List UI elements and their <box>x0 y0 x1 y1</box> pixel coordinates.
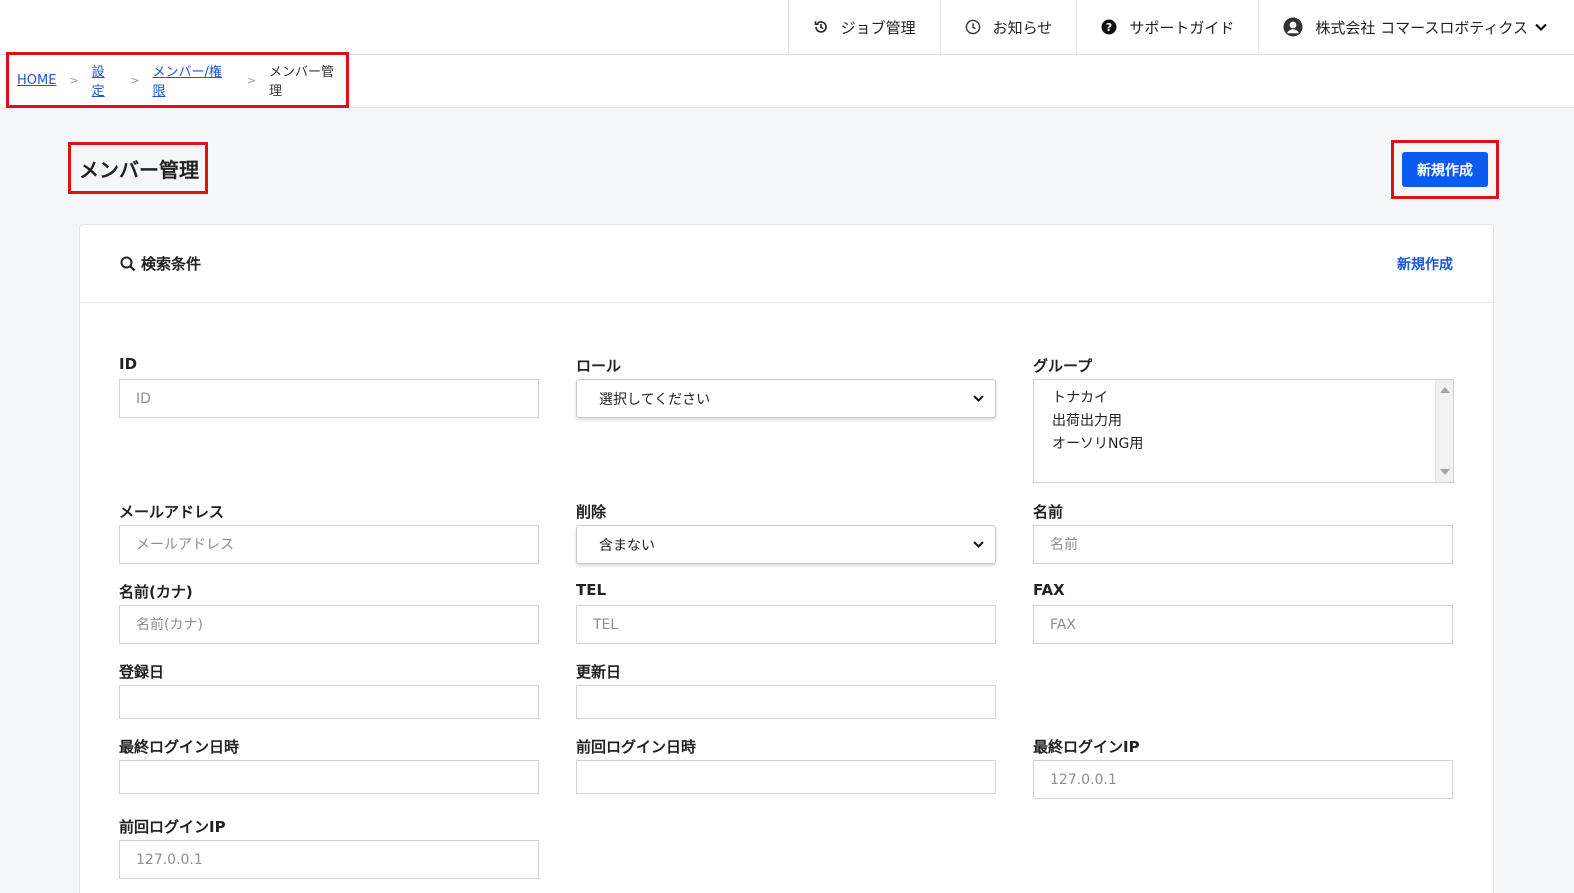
topnav-job-label: ジョブ管理 <box>840 18 916 37</box>
prev-login-ip-label: 前回ログインIP <box>119 818 226 836</box>
new-button-highlight: 新規作成 <box>1391 140 1499 199</box>
search-conditions-label: 検索条件 <box>141 255 202 273</box>
history-icon <box>814 21 827 33</box>
group-option[interactable]: オーソリNG用 <box>1052 433 1435 456</box>
field-name: 名前 <box>1033 501 1453 564</box>
svg-text:?: ? <box>1106 21 1112 34</box>
search-card-header: 検索条件 新規作成 <box>80 225 1493 303</box>
deleted-select-value: 含まない <box>599 537 655 554</box>
field-last-login: 最終ログイン日時 <box>119 736 539 794</box>
search-card: 検索条件 新規作成 ID ロール 選択してください グループ トナカイ 出荷出力… <box>79 224 1494 893</box>
fax-input[interactable] <box>1033 605 1453 644</box>
id-label: ID <box>119 355 138 373</box>
name-kana-input[interactable] <box>119 605 539 644</box>
field-role: ロール 選択してください <box>576 355 996 418</box>
clock-icon <box>965 19 980 35</box>
group-option[interactable]: 出荷出力用 <box>1052 410 1435 433</box>
role-select-value: 選択してください <box>599 391 711 408</box>
last-login-ip-label: 最終ログインIP <box>1033 738 1140 756</box>
prev-login-label: 前回ログイン日時 <box>576 738 697 756</box>
field-name-kana: 名前(カナ) <box>119 581 539 644</box>
top-nav: ジョブ管理 お知らせ ? サポートガイド 株式会社 コマースロボティクス <box>787 0 1574 54</box>
group-label: グループ <box>1033 357 1093 375</box>
id-input[interactable] <box>119 379 539 418</box>
field-fax: FAX <box>1033 581 1453 644</box>
last-login-ip-input[interactable] <box>1033 760 1453 799</box>
field-group: グループ トナカイ 出荷出力用 オーソリNG用 <box>1033 355 1454 483</box>
created-date-label: 登録日 <box>119 663 165 681</box>
topnav-news-label: お知らせ <box>992 18 1053 37</box>
topnav-account-menu[interactable]: 株式会社 コマースロボティクス <box>1259 0 1574 54</box>
field-deleted: 削除 含まない <box>576 501 996 564</box>
new-create-button[interactable]: 新規作成 <box>1402 152 1488 187</box>
topnav-account-label: 株式会社 コマースロボティクス <box>1315 18 1528 37</box>
new-create-link[interactable]: 新規作成 <box>1397 254 1453 274</box>
prev-login-ip-input[interactable] <box>119 840 539 879</box>
breadcrumb: HOME > 設定 > メンバー/権限 > メンバー管理 <box>6 52 349 108</box>
chevron-down-icon <box>1535 23 1547 32</box>
breadcrumb-separator: > <box>246 73 257 87</box>
updated-date-label: 更新日 <box>576 663 622 681</box>
role-select[interactable]: 選択してください <box>576 379 996 418</box>
page-title-highlight: メンバー管理 <box>68 142 208 194</box>
topnav-job-management[interactable]: ジョブ管理 <box>789 0 941 54</box>
group-listbox-scrollbar[interactable] <box>1435 380 1453 482</box>
search-icon <box>120 256 136 271</box>
fax-label: FAX <box>1033 581 1065 599</box>
breadcrumb-bar: HOME > 設定 > メンバー/権限 > メンバー管理 <box>0 52 1574 108</box>
chevron-down-icon <box>973 395 984 402</box>
scroll-down-arrow-icon[interactable] <box>1440 469 1450 475</box>
breadcrumb-separator: > <box>130 73 140 87</box>
field-created-date: 登録日 <box>119 661 539 719</box>
field-prev-login: 前回ログイン日時 <box>576 736 996 794</box>
question-circle-icon: ? <box>1101 19 1117 35</box>
created-date-input[interactable] <box>119 685 539 719</box>
user-circle-icon <box>1283 17 1303 37</box>
email-input[interactable] <box>119 525 539 564</box>
field-email: メールアドレス <box>119 501 539 564</box>
top-bar: ジョブ管理 お知らせ ? サポートガイド 株式会社 コマースロボティクス <box>0 0 1574 55</box>
topnav-support-guide[interactable]: ? サポートガイド <box>1077 0 1260 54</box>
page-title: メンバー管理 <box>79 157 199 182</box>
field-tel: TEL <box>576 581 996 644</box>
tel-input[interactable] <box>576 605 996 644</box>
group-option[interactable]: トナカイ <box>1052 387 1435 410</box>
topnav-news[interactable]: お知らせ <box>941 0 1078 54</box>
deleted-select[interactable]: 含まない <box>576 525 996 564</box>
name-label: 名前 <box>1033 503 1064 521</box>
updated-date-input[interactable] <box>576 685 996 719</box>
breadcrumb-current: メンバー管理 <box>269 65 335 99</box>
name-kana-label: 名前(カナ) <box>119 583 193 601</box>
group-listbox[interactable]: トナカイ 出荷出力用 オーソリNG用 <box>1033 379 1454 483</box>
breadcrumb-members-roles[interactable]: メンバー/権限 <box>153 61 234 99</box>
prev-login-input[interactable] <box>576 760 996 794</box>
chevron-down-icon <box>973 541 984 548</box>
role-label: ロール <box>576 357 622 375</box>
field-prev-login-ip: 前回ログインIP <box>119 816 539 879</box>
scroll-up-arrow-icon[interactable] <box>1440 387 1450 393</box>
last-login-input[interactable] <box>119 760 539 794</box>
deleted-label: 削除 <box>576 503 607 521</box>
name-input[interactable] <box>1033 525 1453 564</box>
field-last-login-ip: 最終ログインIP <box>1033 736 1453 799</box>
breadcrumb-home[interactable]: HOME <box>17 73 56 88</box>
field-updated-date: 更新日 <box>576 661 996 719</box>
last-login-label: 最終ログイン日時 <box>119 738 240 756</box>
email-label: メールアドレス <box>119 503 225 521</box>
breadcrumb-separator: > <box>69 73 79 87</box>
field-id: ID <box>119 355 539 418</box>
topnav-support-label: サポートガイド <box>1129 18 1235 37</box>
tel-label: TEL <box>576 581 607 599</box>
search-conditions-title[interactable]: 検索条件 <box>120 253 201 274</box>
breadcrumb-settings[interactable]: 設定 <box>92 61 118 99</box>
